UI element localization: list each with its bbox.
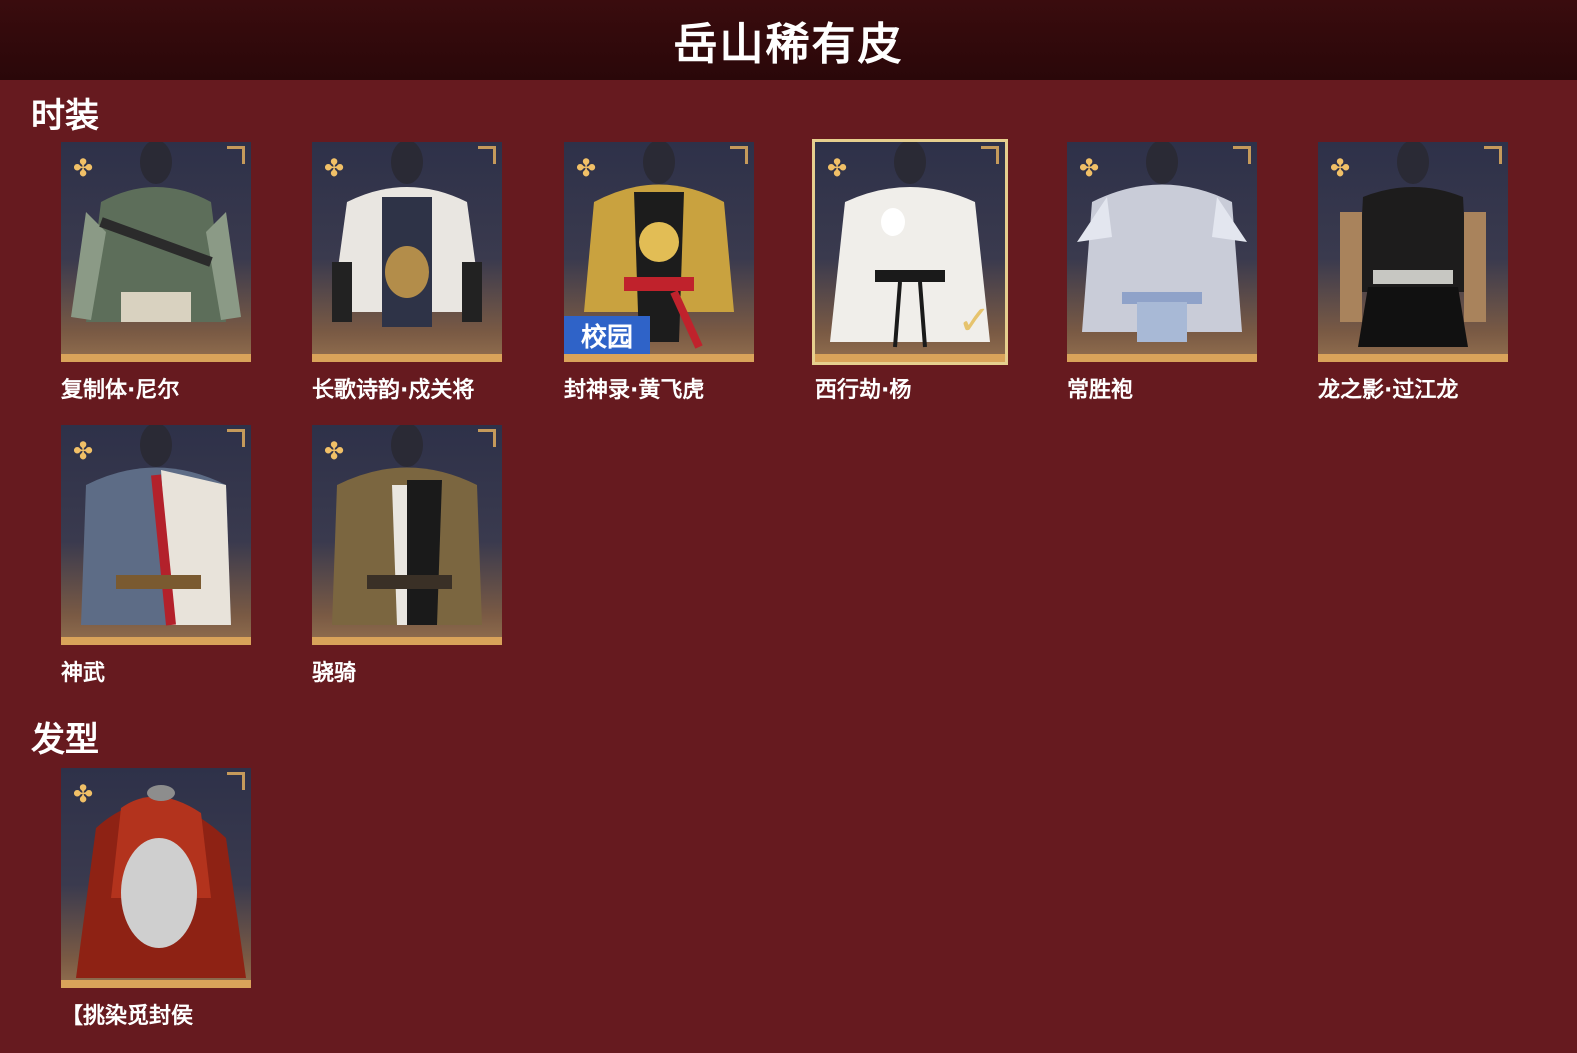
skin-name: 封神录·黄飞虎 xyxy=(564,378,705,403)
rarity-star-icon: ✤ xyxy=(1079,154,1100,182)
hairstyle-card[interactable]: ✤ 【挑染觅封侯 xyxy=(61,768,251,1030)
corner-leaf-icon xyxy=(227,429,245,447)
skin-card[interactable]: ✤ 复制体·尼尔 xyxy=(61,142,251,404)
skin-thumbnail: ✤ xyxy=(61,425,251,645)
skin-name: 常胜袍 xyxy=(1067,378,1134,403)
corner-leaf-icon xyxy=(227,146,245,164)
skin-card[interactable]: ✤ 神武 xyxy=(61,425,251,687)
skin-thumbnail: ✤ ✓ xyxy=(812,139,1008,365)
rarity-star-icon: ✤ xyxy=(73,154,94,182)
rarity-star-icon: ✤ xyxy=(827,154,848,182)
rarity-star-icon: ✤ xyxy=(1330,154,1351,182)
rarity-star-icon: ✤ xyxy=(324,437,345,465)
skin-name: 复制体·尼尔 xyxy=(61,378,180,403)
page-title: 岳山稀有皮 xyxy=(673,19,904,70)
skin-thumbnail: ✤ xyxy=(312,425,502,645)
corner-leaf-icon xyxy=(478,146,496,164)
corner-leaf-icon xyxy=(478,429,496,447)
skin-name: 神武 xyxy=(61,661,106,686)
skin-thumbnail: ✤ xyxy=(61,142,251,362)
check-icon: ✓ xyxy=(957,298,991,344)
skin-thumbnail: ✤ 校园 xyxy=(564,142,754,362)
rarity-star-icon: ✤ xyxy=(73,780,94,808)
skin-card[interactable]: ✤ 校园 封神录·黄飞虎 xyxy=(564,142,754,404)
skin-card[interactable]: ✤ 龙之影·过江龙 xyxy=(1318,142,1508,404)
campus-badge: 校园 xyxy=(564,316,650,354)
skin-thumbnail: ✤ xyxy=(1067,142,1257,362)
page-header: 岳山稀有皮 xyxy=(0,0,1577,80)
corner-leaf-icon xyxy=(227,772,245,790)
rarity-star-icon: ✤ xyxy=(73,437,94,465)
corner-leaf-icon xyxy=(1233,146,1251,164)
rarity-star-icon: ✤ xyxy=(576,154,597,182)
skin-thumbnail: ✤ xyxy=(312,142,502,362)
skin-card[interactable]: ✤ 常胜袍 xyxy=(1067,142,1257,404)
skin-card[interactable]: ✤ 骁骑 xyxy=(312,425,502,687)
corner-leaf-icon xyxy=(981,146,999,164)
corner-leaf-icon xyxy=(730,146,748,164)
skin-thumbnail: ✤ xyxy=(1318,142,1508,362)
corner-leaf-icon xyxy=(1484,146,1502,164)
skin-name: 西行劫·杨 xyxy=(815,378,912,403)
hairstyle-thumbnail: ✤ xyxy=(61,768,251,988)
section-title-fashion: 时装 xyxy=(31,96,99,136)
hairstyle-name: 【挑染觅封侯 xyxy=(61,1004,194,1029)
skin-card-selected[interactable]: ✤ ✓ 西行劫·杨 xyxy=(812,139,1008,404)
section-title-hairstyle: 发型 xyxy=(31,720,99,760)
skin-card[interactable]: ✤ 长歌诗韵·戍关将 xyxy=(312,142,502,404)
rarity-star-icon: ✤ xyxy=(324,154,345,182)
skin-name: 骁骑 xyxy=(312,661,357,686)
skin-name: 龙之影·过江龙 xyxy=(1318,378,1459,403)
skin-name: 长歌诗韵·戍关将 xyxy=(312,378,475,403)
